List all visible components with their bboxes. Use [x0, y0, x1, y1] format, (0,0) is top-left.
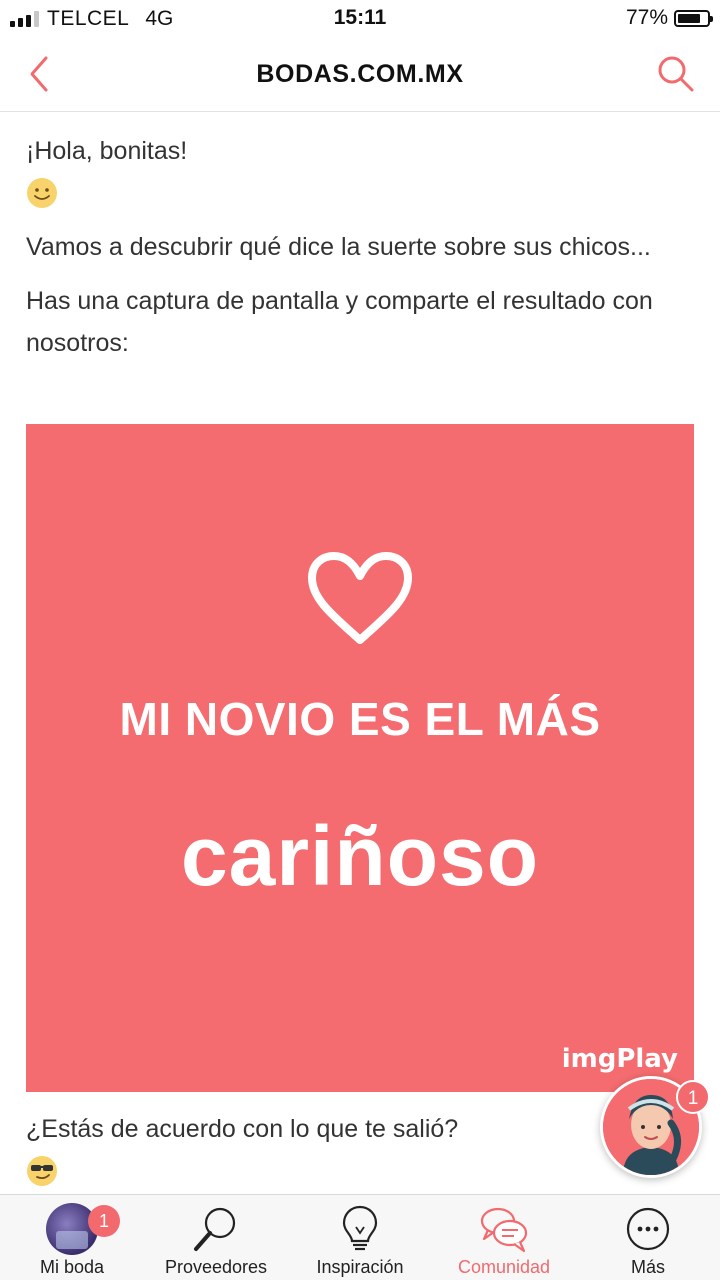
status-time: 15:11	[333, 6, 387, 29]
tab-icon-wrap	[334, 1203, 386, 1255]
battery-percent: 77%	[625, 6, 668, 29]
tab-mas[interactable]: Más	[576, 1195, 720, 1280]
status-bar: TELCEL 4G 15:11 77%	[0, 0, 720, 36]
post-paragraph-2: Has una captura de pantalla y comparte e…	[26, 287, 653, 357]
post-content: ¡Hola, bonitas! Vamos a descubrir qué di…	[26, 112, 696, 376]
greeting-emoji-line	[26, 172, 696, 214]
post-image[interactable]: MI NOVIO ES EL MÁS cariñoso imgPlay	[26, 424, 694, 1092]
post-question: ¿Estás de acuerdo con lo que te salió?	[26, 1115, 459, 1143]
tab-label: Comunidad	[457, 1257, 551, 1277]
promo-line-1: MI NOVIO ES EL MÁS	[119, 693, 601, 745]
tab-icon-wrap	[190, 1203, 242, 1255]
status-right: 77%	[625, 6, 713, 30]
question-emoji-line	[26, 1150, 586, 1192]
tab-label: Más	[630, 1257, 665, 1277]
search-button[interactable]	[654, 52, 698, 96]
tab-mi-boda[interactable]: Mi boda 1	[0, 1195, 144, 1280]
search-icon	[658, 56, 694, 92]
tab-label: Inspiración	[316, 1257, 404, 1277]
tab-icon-wrap	[478, 1203, 530, 1255]
chat-bubbles-icon	[480, 1207, 528, 1253]
heart-icon	[308, 552, 412, 644]
tab-proveedores[interactable]: Proveedores	[144, 1195, 288, 1280]
assistant-badge: 1	[676, 1080, 710, 1114]
lightbulb-icon	[342, 1205, 378, 1251]
magnifier-icon	[194, 1207, 236, 1251]
tab-icon-wrap	[622, 1203, 674, 1255]
smiling-face-emoji-icon	[27, 178, 57, 208]
notification-badge: 1	[88, 1205, 120, 1237]
battery-icon	[674, 9, 713, 27]
tab-label: Mi boda	[39, 1257, 105, 1277]
tab-label: Proveedores	[164, 1257, 268, 1277]
tab-comunidad[interactable]: Comunidad	[432, 1195, 576, 1280]
app-header: BODAS.COM.MX	[0, 36, 720, 112]
post-greeting: ¡Hola, bonitas!	[26, 137, 188, 165]
sunglasses-emoji-icon	[27, 1156, 57, 1186]
post-paragraph-1: Vamos a descubrir qué dice la suerte sob…	[26, 233, 651, 261]
post-question-block: ¿Estás de acuerdo con lo que te salió?	[26, 1108, 586, 1204]
promo-line-2: cariñoso	[180, 809, 540, 903]
tab-inspiracion[interactable]: Inspiración	[288, 1195, 432, 1280]
bottom-tab-bar: Mi boda 1 Proveedores Inspiración Comuni…	[0, 1194, 720, 1280]
imgplay-watermark: imgPlay	[561, 1044, 678, 1074]
more-icon	[626, 1207, 670, 1251]
page-title: BODAS.COM.MX	[256, 60, 464, 88]
